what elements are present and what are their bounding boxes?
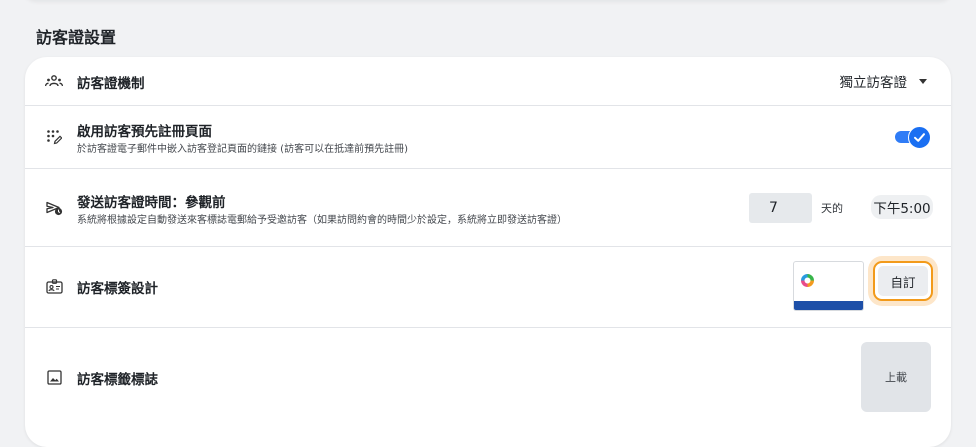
send-time-picker[interactable]: 下午5:00: [871, 195, 933, 219]
preregistration-description: 於訪客證電子郵件中嵌入訪客登記頁面的鏈接 (訪客可以在抵達前預先註冊): [77, 144, 408, 155]
id-badge-icon: [45, 277, 63, 295]
preregistration-title: 啟用訪客預先註冊頁面: [77, 124, 212, 140]
row-send-time: 發送訪客證時間：參觀前 系統將根據設定自動發送來客標誌電郵給予受邀訪客（如果訪問…: [25, 168, 951, 247]
row-visitor-pass-mechanism: 訪客證機制 獨立訪客證: [25, 57, 951, 106]
send-clock-icon: [45, 199, 63, 217]
mechanism-dropdown-value: 獨立訪客證: [839, 75, 908, 91]
people-group-icon: [45, 72, 63, 90]
badge-preview-footer-bar: [794, 301, 863, 310]
days-unit-label: 天的: [821, 202, 843, 215]
row-badge-logo: 訪客標籤標誌 上載: [25, 327, 951, 447]
checkmark-icon: [914, 133, 925, 142]
company-logo-icon: [801, 274, 814, 287]
customize-badge-label: 自訂: [878, 266, 928, 296]
customize-badge-button[interactable]: 自訂: [873, 261, 933, 301]
mechanism-dropdown[interactable]: 獨立訪客證: [839, 70, 927, 92]
section-title: 訪客證設置: [36, 28, 117, 47]
badge-logo-title: 訪客標籤標誌: [77, 372, 158, 388]
badge-preview-thumbnail[interactable]: [793, 261, 864, 311]
visitor-pass-settings-card: 訪客證機制 獨立訪客證 啟用訪客預先註冊頁面 於訪客證電子郵件中嵌入訪客登記頁面…: [25, 57, 951, 447]
row-preregistration: 啟用訪客預先註冊頁面 於訪客證電子郵件中嵌入訪客登記頁面的鏈接 (訪客可以在抵達…: [25, 105, 951, 169]
days-before-input[interactable]: [749, 193, 812, 223]
send-time-title: 發送訪客證時間：參觀前: [77, 195, 226, 211]
send-time-description: 系統將根據設定自動發送來客標誌電郵給予受邀訪客（如果訪問約會的時間少於設定，系統…: [77, 215, 567, 226]
upload-logo-button[interactable]: 上載: [861, 342, 931, 412]
row-badge-design: 訪客標簽設計 自訂: [25, 246, 951, 328]
mechanism-title: 訪客證機制: [77, 76, 145, 92]
dial-pad-edit-icon: [45, 128, 63, 146]
badge-design-title: 訪客標簽設計: [77, 281, 158, 297]
image-icon: [45, 368, 63, 386]
caret-down-icon: [919, 78, 927, 84]
toggle-knob: [908, 126, 931, 149]
custom-button-focus-ring: 自訂: [868, 256, 938, 306]
preregistration-toggle[interactable]: [895, 126, 931, 149]
